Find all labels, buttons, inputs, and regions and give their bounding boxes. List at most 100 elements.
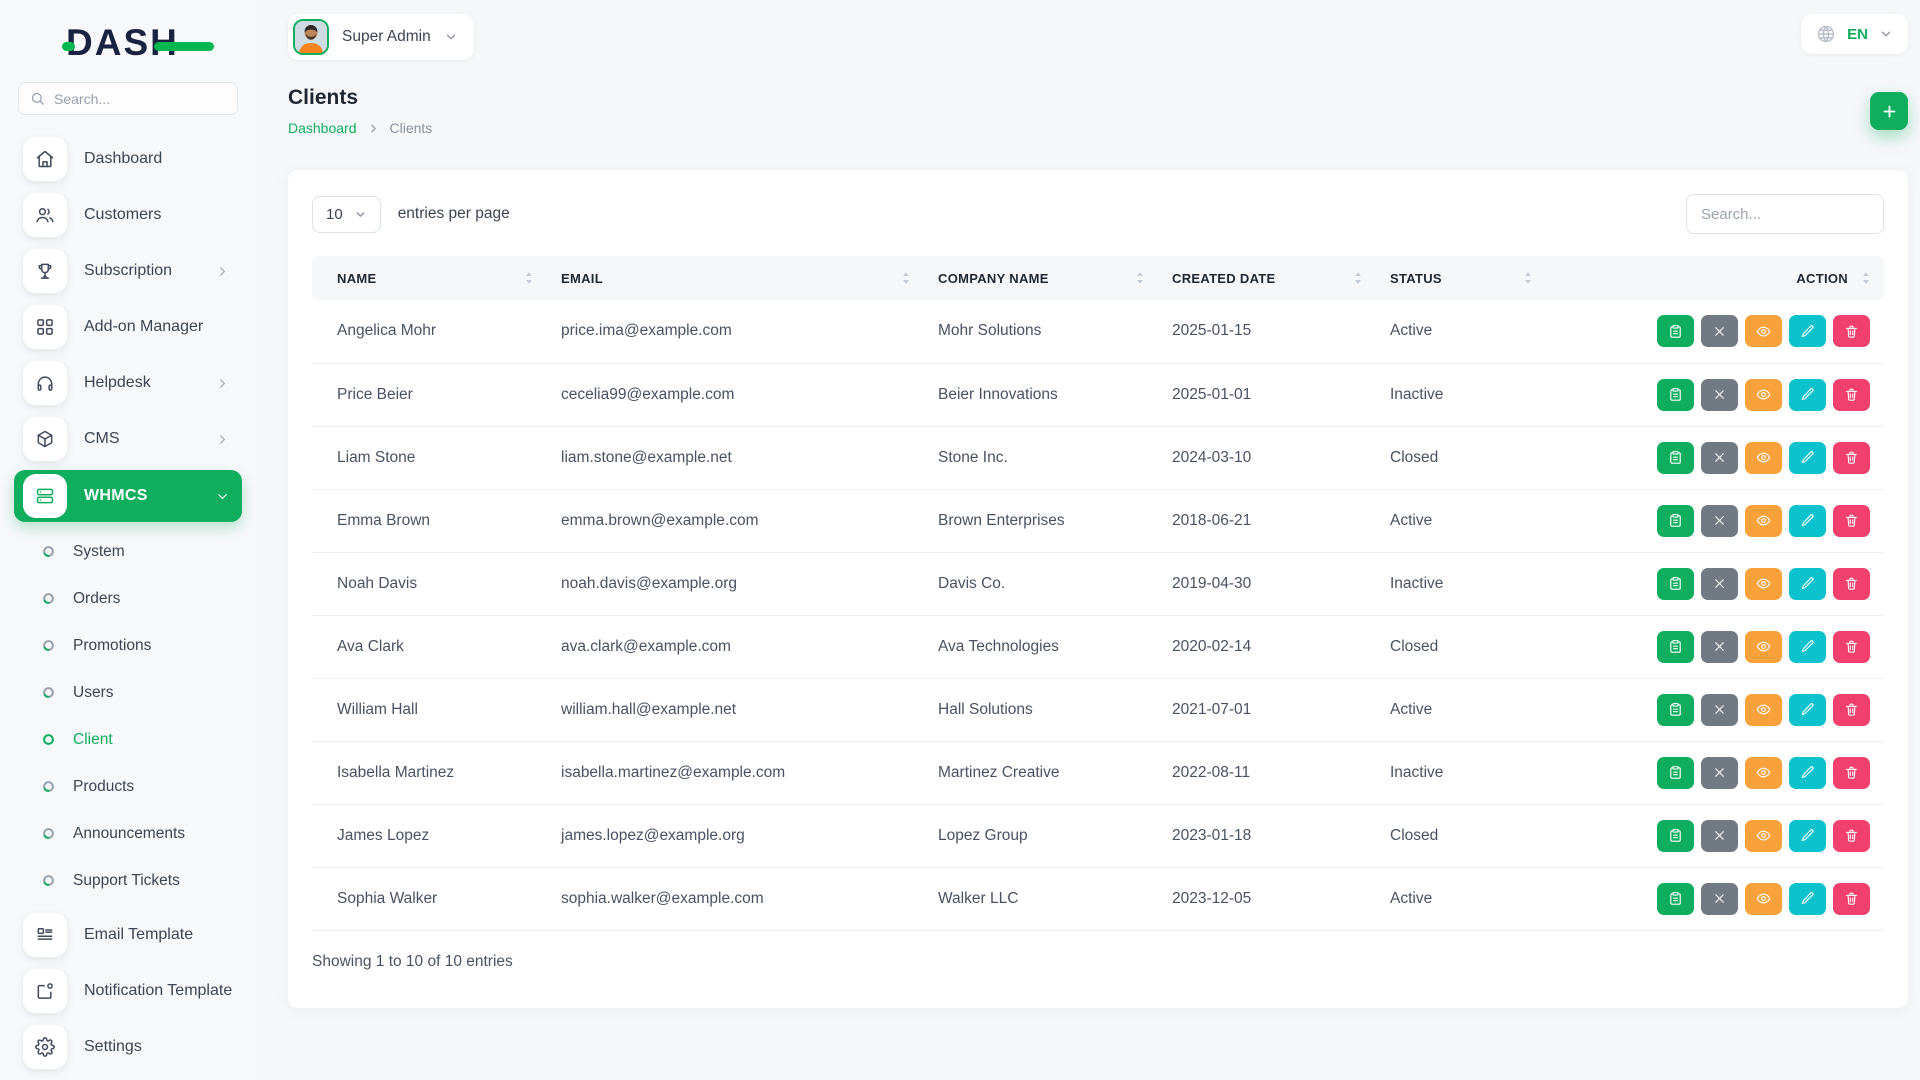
cell-company: Lopez Group xyxy=(924,804,1158,867)
deactivate-button[interactable] xyxy=(1701,568,1738,600)
sidebar-subitem-label: System xyxy=(73,543,125,561)
deactivate-button[interactable] xyxy=(1701,505,1738,537)
sidebar-subitem-client[interactable]: Client xyxy=(14,716,242,763)
sidebar-subitem-products[interactable]: Products xyxy=(14,763,242,810)
view-button[interactable] xyxy=(1745,505,1782,537)
copy-button[interactable] xyxy=(1657,568,1694,600)
edit-button[interactable] xyxy=(1789,820,1826,852)
cell-name: Ava Clark xyxy=(312,615,547,678)
app-logo[interactable]: DASH xyxy=(66,22,216,64)
deactivate-button[interactable] xyxy=(1701,694,1738,726)
edit-button[interactable] xyxy=(1789,757,1826,789)
delete-button[interactable] xyxy=(1833,379,1870,411)
sidebar-item-email-template[interactable]: Email Template xyxy=(14,907,242,963)
sidebar-subitem-announcements[interactable]: Announcements xyxy=(14,810,242,857)
eye-icon xyxy=(1756,324,1771,339)
delete-button[interactable] xyxy=(1833,505,1870,537)
edit-button[interactable] xyxy=(1789,379,1826,411)
sidebar-item-customers[interactable]: Customers xyxy=(14,187,242,243)
deactivate-button[interactable] xyxy=(1701,442,1738,474)
edit-button[interactable] xyxy=(1789,694,1826,726)
copy-button[interactable] xyxy=(1657,315,1694,347)
column-header-name[interactable]: NAME xyxy=(312,256,547,300)
copy-button[interactable] xyxy=(1657,820,1694,852)
copy-button[interactable] xyxy=(1657,757,1694,789)
sidebar-subitem-label: Orders xyxy=(73,590,120,608)
deactivate-button[interactable] xyxy=(1701,757,1738,789)
sidebar-subitem-orders[interactable]: Orders xyxy=(14,575,242,622)
edit-button[interactable] xyxy=(1789,568,1826,600)
add-client-button[interactable] xyxy=(1870,92,1908,130)
sidebar-item-subscription[interactable]: Subscription xyxy=(14,243,242,299)
eye-icon xyxy=(1756,450,1771,465)
column-header-status[interactable]: STATUS xyxy=(1376,256,1546,300)
sidebar-item-notification-template[interactable]: Notification Template xyxy=(14,963,242,1019)
column-header-email[interactable]: EMAIL xyxy=(547,256,924,300)
edit-button[interactable] xyxy=(1789,505,1826,537)
copy-button[interactable] xyxy=(1657,505,1694,537)
sidebar-item-add-on-manager[interactable]: Add-on Manager xyxy=(14,299,242,355)
view-button[interactable] xyxy=(1745,379,1782,411)
sidebar-item-dashboard[interactable]: Dashboard xyxy=(14,131,242,187)
column-header-created-date[interactable]: CREATED DATE xyxy=(1158,256,1376,300)
edit-button[interactable] xyxy=(1789,442,1826,474)
view-button[interactable] xyxy=(1745,568,1782,600)
x-icon xyxy=(1712,828,1727,843)
pencil-icon xyxy=(1800,828,1815,843)
delete-button[interactable] xyxy=(1833,757,1870,789)
copy-button[interactable] xyxy=(1657,694,1694,726)
copy-button[interactable] xyxy=(1657,883,1694,915)
sidebar-item-cms[interactable]: CMS xyxy=(14,411,242,467)
view-button[interactable] xyxy=(1745,442,1782,474)
copy-button[interactable] xyxy=(1657,631,1694,663)
sidebar-item-whmcs[interactable]: WHMCS xyxy=(14,470,242,522)
table-search-input[interactable] xyxy=(1686,194,1884,234)
table-row: Ava Clarkava.clark@example.comAva Techno… xyxy=(312,615,1884,678)
deactivate-button[interactable] xyxy=(1701,820,1738,852)
cell-created: 2020-02-14 xyxy=(1158,615,1376,678)
copy-button[interactable] xyxy=(1657,442,1694,474)
deactivate-button[interactable] xyxy=(1701,883,1738,915)
sidebar-subitem-system[interactable]: System xyxy=(14,528,242,575)
view-button[interactable] xyxy=(1745,694,1782,726)
delete-button[interactable] xyxy=(1833,820,1870,852)
view-button[interactable] xyxy=(1745,757,1782,789)
delete-button[interactable] xyxy=(1833,883,1870,915)
delete-button[interactable] xyxy=(1833,315,1870,347)
sidebar-menu: Dashboard CustomersSubscriptionAdd-on Man… xyxy=(14,131,242,1075)
sidebar-search-input[interactable] xyxy=(54,91,226,107)
cell-actions xyxy=(1546,804,1884,867)
sidebar-subitem-users[interactable]: Users xyxy=(14,669,242,716)
copy-button[interactable] xyxy=(1657,379,1694,411)
profile-dropdown[interactable]: Super Admin xyxy=(288,14,474,60)
breadcrumb-dashboard-link[interactable]: Dashboard xyxy=(288,120,357,136)
view-button[interactable] xyxy=(1745,883,1782,915)
edit-button[interactable] xyxy=(1789,315,1826,347)
delete-button[interactable] xyxy=(1833,442,1870,474)
sidebar-item-label: Dashboard xyxy=(84,150,162,168)
view-button[interactable] xyxy=(1745,820,1782,852)
edit-button[interactable] xyxy=(1789,631,1826,663)
sidebar-subitem-support-tickets[interactable]: Support Tickets xyxy=(14,857,242,904)
column-header-company-name[interactable]: COMPANY NAME xyxy=(924,256,1158,300)
table-row: Price Beiercecelia99@example.comBeier In… xyxy=(312,363,1884,426)
trash-icon xyxy=(1844,702,1859,717)
delete-button[interactable] xyxy=(1833,631,1870,663)
page-size-select[interactable]: 10 xyxy=(312,196,381,233)
delete-button[interactable] xyxy=(1833,568,1870,600)
column-header-action[interactable]: ACTION xyxy=(1546,256,1884,300)
eye-icon xyxy=(1756,639,1771,654)
sidebar-item-settings[interactable]: Settings xyxy=(14,1019,242,1075)
language-dropdown[interactable]: EN xyxy=(1801,14,1908,54)
sidebar-subitem-promotions[interactable]: Promotions xyxy=(14,622,242,669)
view-button[interactable] xyxy=(1745,315,1782,347)
table-controls: 10 entries per page xyxy=(312,194,1884,234)
view-button[interactable] xyxy=(1745,631,1782,663)
delete-button[interactable] xyxy=(1833,694,1870,726)
deactivate-button[interactable] xyxy=(1701,631,1738,663)
sidebar-subitem-label: Client xyxy=(73,731,113,749)
sidebar-item-helpdesk[interactable]: Helpdesk xyxy=(14,355,242,411)
deactivate-button[interactable] xyxy=(1701,379,1738,411)
edit-button[interactable] xyxy=(1789,883,1826,915)
deactivate-button[interactable] xyxy=(1701,315,1738,347)
